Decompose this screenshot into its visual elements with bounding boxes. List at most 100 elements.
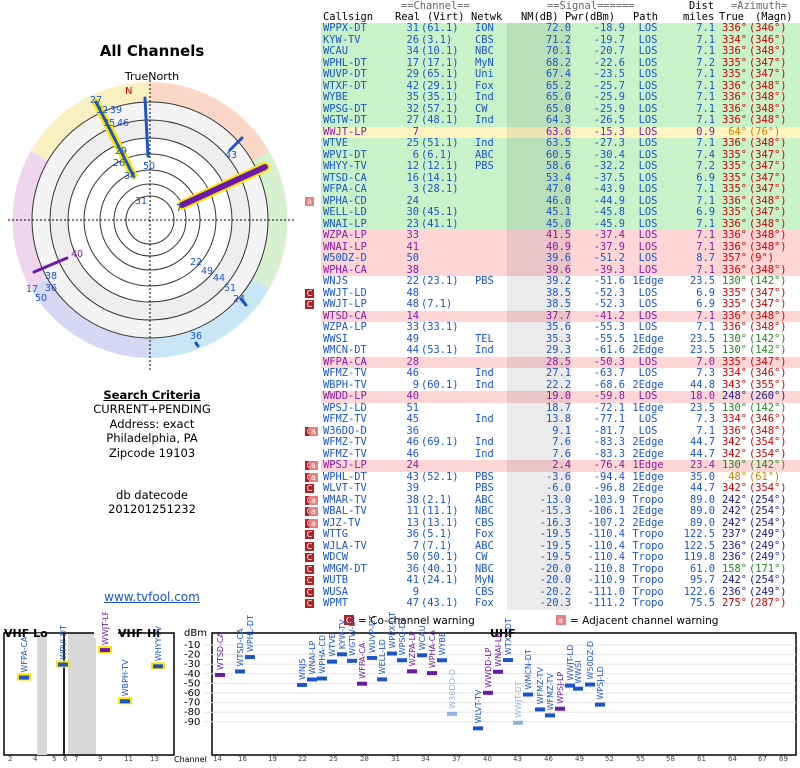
real-channel: 3 [412,183,419,195]
signal-bar[interactable] [473,726,483,731]
azimuth-true: 336° [721,22,747,34]
table-row: C WWJT-LP 48 (7.1) 38.5 -52.3 LOS 6.9 335° (347°) [303,298,800,311]
signal-bar[interactable] [535,707,545,712]
station-label: WZPA-LP [408,631,417,666]
callsign: WCAU [323,45,349,57]
virtual-channel: (23.1) [421,275,459,287]
network: PBS [475,482,494,494]
signal-bar[interactable] [565,683,575,688]
real-channel: 47 [406,597,419,609]
signal-bar[interactable] [153,664,163,669]
virtual-channel: (60.1) [421,378,459,391]
network: Ind [475,91,494,103]
signal-bar[interactable] [427,671,437,676]
real-channel: 24 [406,459,419,471]
virtual-channel: (35.1) [421,91,459,103]
azimuth-true: 334° [721,367,747,379]
x-tick-label: 34 [421,755,430,763]
station-label: WPHA-CA [428,630,437,669]
adjacent-warning-icon: a [309,495,318,505]
network: Ind [475,344,494,356]
signal-bar[interactable] [215,672,225,677]
signal-power: -25.9 [593,91,625,103]
path-type: LOS [638,206,658,218]
signal-bar[interactable] [100,648,110,653]
signal-bar[interactable] [58,662,68,667]
path-type: 1Edge [632,459,664,471]
callsign: WFMZ-TV [323,413,367,425]
signal-bar[interactable] [235,669,245,674]
signal-power: -43.9 [593,183,625,195]
virtual-channel: (12.1) [421,160,459,172]
real-channel: 30 [406,206,419,218]
path-type: LOS [638,183,658,195]
azimuth-true: 342° [721,436,747,448]
callsign: WZPA-LP [323,321,367,333]
noise-margin: -15.3 [507,505,571,518]
x-tick-label: 2 [8,755,12,763]
adjacent-warning-icon: a [309,472,318,482]
signal-bar[interactable] [327,659,337,664]
signal-bar[interactable] [245,655,255,660]
azimuth-true: 336° [721,321,747,333]
noise-margin: 63.5 [507,137,571,150]
spectrum-chart: C = Co-channel warning a = Adjacent chan… [0,612,800,768]
signal-bar[interactable] [595,702,605,707]
azimuth-true: 237° [721,528,747,540]
signal-bar[interactable] [347,658,357,663]
station-label: WPSG-DT [398,617,407,655]
signal-bar[interactable] [513,720,523,725]
station-label: WTXF-DT [504,618,513,655]
station-label: WWJT-LP [101,612,110,645]
signal-bar[interactable] [397,658,407,663]
signal-bar[interactable] [120,699,130,704]
distance-miles: 119.8 [683,551,715,563]
signal-bar[interactable] [377,677,387,682]
azimuth-true: 336° [721,137,747,149]
signal-bar[interactable] [437,658,447,663]
tvfool-link[interactable]: www.tvfool.com [0,590,304,604]
table-row: WFPA-CA 3 (28.1) 47.0 -43.9 LOS 7.1 335° (347°) [303,183,800,196]
signal-bar[interactable] [555,706,565,711]
co-channel-warning-icon: C [305,576,314,585]
table-row: WELL-LD 30 (45.1) 45.1 -45.8 LOS 6.9 335° (347°) [303,206,800,219]
callsign: WYBE [323,91,349,103]
signal-power: -110.4 [587,528,625,540]
signal-bar[interactable] [387,651,397,656]
svg-text:7: 7 [176,203,182,214]
signal-power: -63.7 [593,367,625,379]
azimuth-magnetic: (348°) [749,45,787,57]
signal-bar[interactable] [357,681,367,686]
azimuth-true: 335° [721,206,747,218]
real-channel: 50 [406,252,419,264]
signal-bar[interactable] [297,682,307,687]
distance-miles: 89.0 [689,505,715,517]
signal-bar[interactable] [317,676,327,681]
signal-bar[interactable] [407,669,417,674]
signal-bar[interactable] [503,658,513,663]
signal-bar[interactable] [523,692,533,697]
signal-bar[interactable] [417,653,427,658]
signal-bar[interactable] [493,669,503,674]
x-tick-label: 69 [779,755,788,763]
signal-bar[interactable] [337,652,347,657]
signal-bar[interactable] [19,675,29,680]
distance-miles: 7.1 [696,229,715,241]
azimuth-true: 242° [721,574,747,586]
x-tick-label: 28 [360,755,369,763]
signal-bar[interactable] [585,682,595,687]
signal-bar[interactable] [483,690,493,695]
distance-miles: 7.3 [696,367,715,379]
network: Ind [475,413,494,425]
signal-bar[interactable] [545,713,555,718]
signal-bar[interactable] [307,677,317,682]
signal-bar[interactable] [447,711,457,716]
virtual-channel: (53.1) [421,344,459,356]
signal-power: -51.6 [593,275,625,287]
real-channel: 46 [406,367,419,379]
svg-text:35: 35 [103,118,115,129]
x-axis: 2 4 5 6 7 9 11 13 14 16 19 22 25 28 31 34 37 40 43 46 49 52 55… [8,755,788,763]
signal-bar[interactable] [367,655,377,660]
azimuth-magnetic: (249°) [749,528,787,540]
vhf-lo-box [3,632,65,756]
